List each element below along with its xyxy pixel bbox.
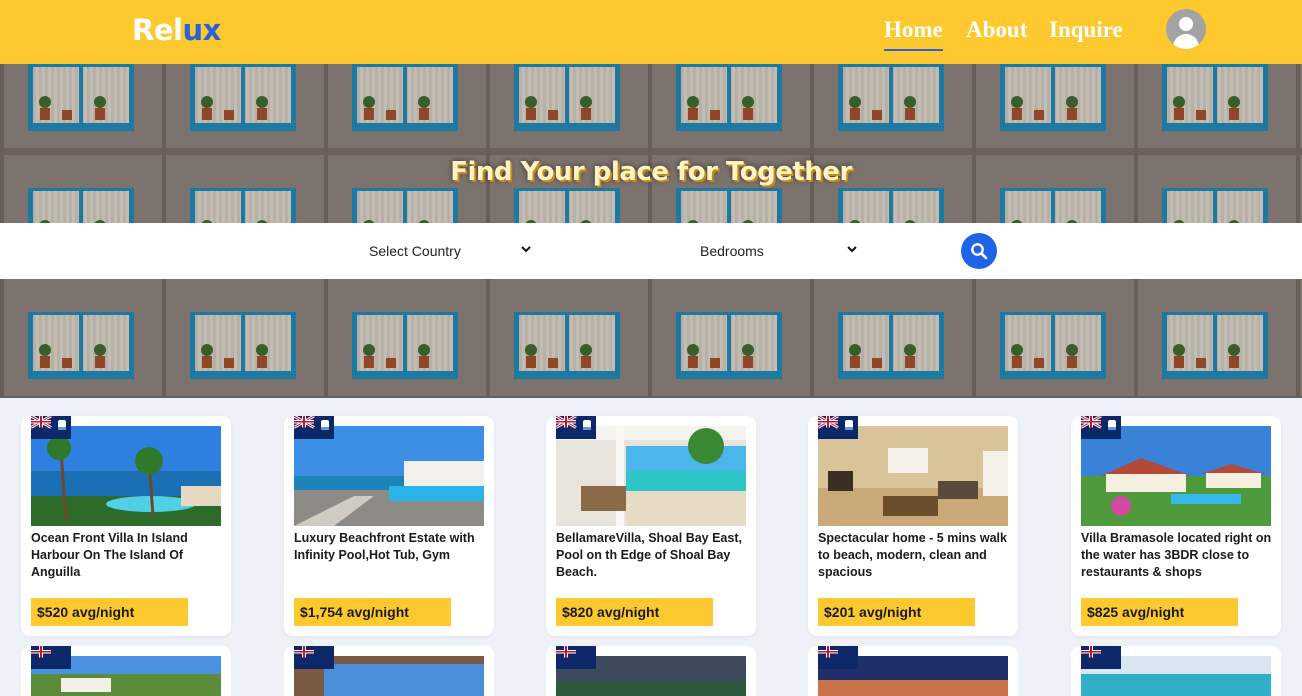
bedrooms-select[interactable]: Bedrooms [700, 240, 858, 262]
chevron-down-icon [521, 246, 531, 253]
listing-title: Ocean Front Villa In Island Harbour On T… [31, 531, 188, 579]
nav-inquire-link[interactable]: Inquire [1049, 17, 1123, 43]
listing-photo [556, 426, 746, 526]
listing-title: Villa Bramasole located right on the wat… [1081, 531, 1272, 579]
anguilla-flag-icon [31, 646, 71, 669]
anguilla-flag-icon [1081, 416, 1121, 439]
search-button[interactable] [961, 233, 997, 269]
listing-card[interactable]: Luxury Beachfront Estate with Infinity P… [284, 416, 494, 636]
country-select-label: Select Country [369, 243, 461, 259]
anguilla-flag-icon [31, 416, 71, 439]
listing-price: $201 avg/night [818, 598, 975, 626]
search-icon [971, 243, 988, 260]
listing-title: BellamareVilla, Shoal Bay East, Pool on … [556, 531, 742, 579]
navbar: Relux Home About Inquire [0, 0, 1302, 64]
listing-title: Luxury Beachfront Estate with Infinity P… [294, 531, 475, 562]
country-select[interactable]: Select Country [369, 240, 532, 262]
brand-logo[interactable]: Relux [132, 13, 221, 47]
user-avatar-icon[interactable] [1166, 9, 1206, 49]
hero-title: Find Your place for Together [450, 157, 852, 187]
listing-card[interactable]: Villa Bramasole located right on the wat… [1071, 416, 1281, 636]
anguilla-flag-icon [294, 646, 334, 669]
listing-price: $1,754 avg/night [294, 598, 451, 626]
anguilla-flag-icon [818, 646, 858, 669]
listing-price: $820 avg/night [556, 598, 713, 626]
brand-logo-part1: Rel [132, 13, 183, 47]
listing-price: $520 avg/night [31, 598, 188, 626]
listing-photo [818, 426, 1008, 526]
anguilla-flag-icon [556, 416, 596, 439]
anguilla-flag-icon [1081, 646, 1121, 669]
brand-logo-part2: ux [182, 13, 221, 47]
listing-photo [31, 426, 221, 526]
listing-photo [1081, 426, 1271, 526]
anguilla-flag-icon [556, 646, 596, 669]
listing-card[interactable]: Ocean Front Villa In Island Harbour On T… [21, 416, 231, 636]
listing-photo [294, 426, 484, 526]
listing-title: Spectacular home - 5 mins walk to beach,… [818, 531, 1007, 579]
listing-price: $825 avg/night [1081, 598, 1238, 626]
anguilla-flag-icon [818, 416, 858, 439]
search-bar: Select Country Bedrooms [0, 223, 1302, 279]
listing-card[interactable]: Spectacular home - 5 mins walk to beach,… [808, 416, 1018, 636]
nav-home-link[interactable]: Home [884, 17, 943, 51]
bedrooms-select-label: Bedrooms [700, 243, 764, 259]
nav-about-link[interactable]: About [966, 17, 1027, 43]
listing-card[interactable]: BellamareVilla, Shoal Bay East, Pool on … [546, 416, 756, 636]
chevron-down-icon [847, 246, 857, 253]
anguilla-flag-icon [294, 416, 334, 439]
